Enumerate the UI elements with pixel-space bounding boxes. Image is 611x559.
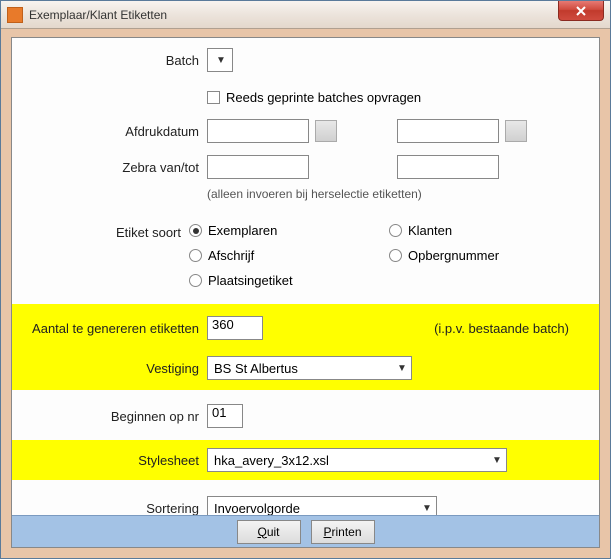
vestiging-dropdown[interactable]: BS St Albertus ▼ (207, 356, 412, 380)
reeds-label: Reeds geprinte batches opvragen (226, 90, 421, 105)
chevron-down-icon: ▼ (488, 449, 506, 471)
sortering-value: Invoervolgorde (208, 501, 418, 516)
beginnen-label: Beginnen op nr (22, 409, 207, 424)
etiket-soort-label: Etiket soort (22, 223, 189, 240)
afdrukdatum-label: Afdrukdatum (22, 124, 207, 139)
radio-afschrijf-label: Afschrijf (208, 248, 254, 263)
radio-exemplaren[interactable]: Exemplaren (189, 223, 389, 238)
app-window: Exemplaar/Klant Etiketten Batch ▼ Reeds … (0, 0, 611, 559)
afdrukdatum-from-input[interactable] (207, 119, 309, 143)
radio-icon (189, 224, 202, 237)
app-icon (7, 7, 23, 23)
aantal-label: Aantal te genereren etiketten (22, 321, 207, 336)
vestiging-value: BS St Albertus (208, 361, 393, 376)
close-icon (575, 6, 587, 16)
radio-icon (189, 274, 202, 287)
radio-klanten[interactable]: Klanten (389, 223, 589, 238)
batch-label: Batch (22, 53, 207, 68)
titlebar[interactable]: Exemplaar/Klant Etiketten (1, 1, 610, 29)
radio-icon (389, 224, 402, 237)
radio-plaatsingetiket[interactable]: Plaatsingetiket (189, 273, 389, 288)
ipv-label: (i.p.v. bestaande batch) (434, 321, 569, 336)
afdrukdatum-to-input[interactable] (397, 119, 499, 143)
radio-plaatsingetiket-label: Plaatsingetiket (208, 273, 293, 288)
beginnen-input[interactable]: 01 (207, 404, 243, 428)
printen-button[interactable]: Printen (311, 520, 375, 544)
zebra-label: Zebra van/tot (22, 160, 207, 175)
close-button[interactable] (558, 1, 604, 21)
zebra-hint: (alleen invoeren bij herselectie etikett… (207, 187, 422, 201)
reeds-checkbox-row[interactable]: Reeds geprinte batches opvragen (207, 90, 421, 105)
vestiging-label: Vestiging (22, 361, 207, 376)
quit-accel: Q (257, 525, 266, 539)
radio-klanten-label: Klanten (408, 223, 452, 238)
zebra-from-input[interactable] (207, 155, 309, 179)
aantal-input[interactable]: 360 (207, 316, 263, 340)
zebra-to-input[interactable] (397, 155, 499, 179)
stylesheet-label: Stylesheet (22, 453, 207, 468)
stylesheet-dropdown[interactable]: hka_avery_3x12.xsl ▼ (207, 448, 507, 472)
radio-afschrijf[interactable]: Afschrijf (189, 248, 389, 263)
radio-exemplaren-label: Exemplaren (208, 223, 277, 238)
chevron-down-icon: ▼ (212, 49, 230, 71)
chevron-down-icon: ▼ (393, 357, 411, 379)
client-area: Batch ▼ Reeds geprinte batches opvragen … (11, 37, 600, 548)
sortering-label: Sortering (22, 501, 207, 516)
printen-rest: rinten (331, 525, 361, 539)
radio-opbergnummer[interactable]: Opbergnummer (389, 248, 589, 263)
radio-icon (389, 249, 402, 262)
printen-accel: P (323, 525, 331, 539)
batch-dropdown[interactable]: ▼ (207, 48, 233, 72)
window-title: Exemplaar/Klant Etiketten (29, 8, 167, 22)
afdrukdatum-to-picker-button[interactable] (505, 120, 527, 142)
afdrukdatum-from-picker-button[interactable] (315, 120, 337, 142)
stylesheet-value: hka_avery_3x12.xsl (208, 453, 488, 468)
radio-icon (189, 249, 202, 262)
quit-button[interactable]: Quit (237, 520, 301, 544)
radio-opbergnummer-label: Opbergnummer (408, 248, 499, 263)
reeds-checkbox[interactable] (207, 91, 220, 104)
quit-rest: uit (267, 525, 280, 539)
action-bar: Quit Printen (12, 515, 599, 547)
